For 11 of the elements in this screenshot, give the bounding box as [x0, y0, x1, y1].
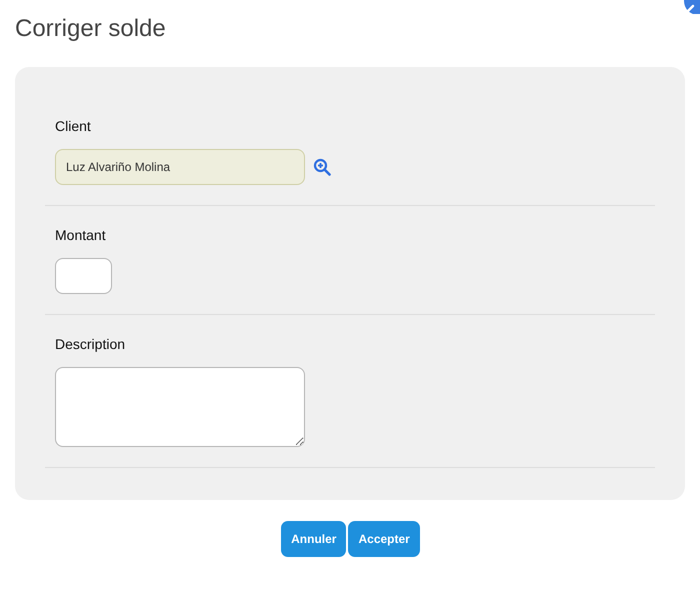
- field-label: Client: [55, 117, 91, 135]
- close-button[interactable]: [683, 0, 700, 14]
- zoom-in-icon[interactable]: [313, 158, 331, 176]
- field-label: Montant: [55, 226, 106, 244]
- dialog-title: Corriger solde: [15, 14, 166, 44]
- amount-field[interactable]: [55, 258, 112, 294]
- client-field[interactable]: Luz Alvariño Molina: [55, 149, 305, 185]
- action-button[interactable]: Accepter: [348, 521, 420, 557]
- description-field[interactable]: [55, 367, 305, 447]
- action-button[interactable]: Annuler: [281, 521, 346, 557]
- field-label: Description: [55, 335, 126, 353]
